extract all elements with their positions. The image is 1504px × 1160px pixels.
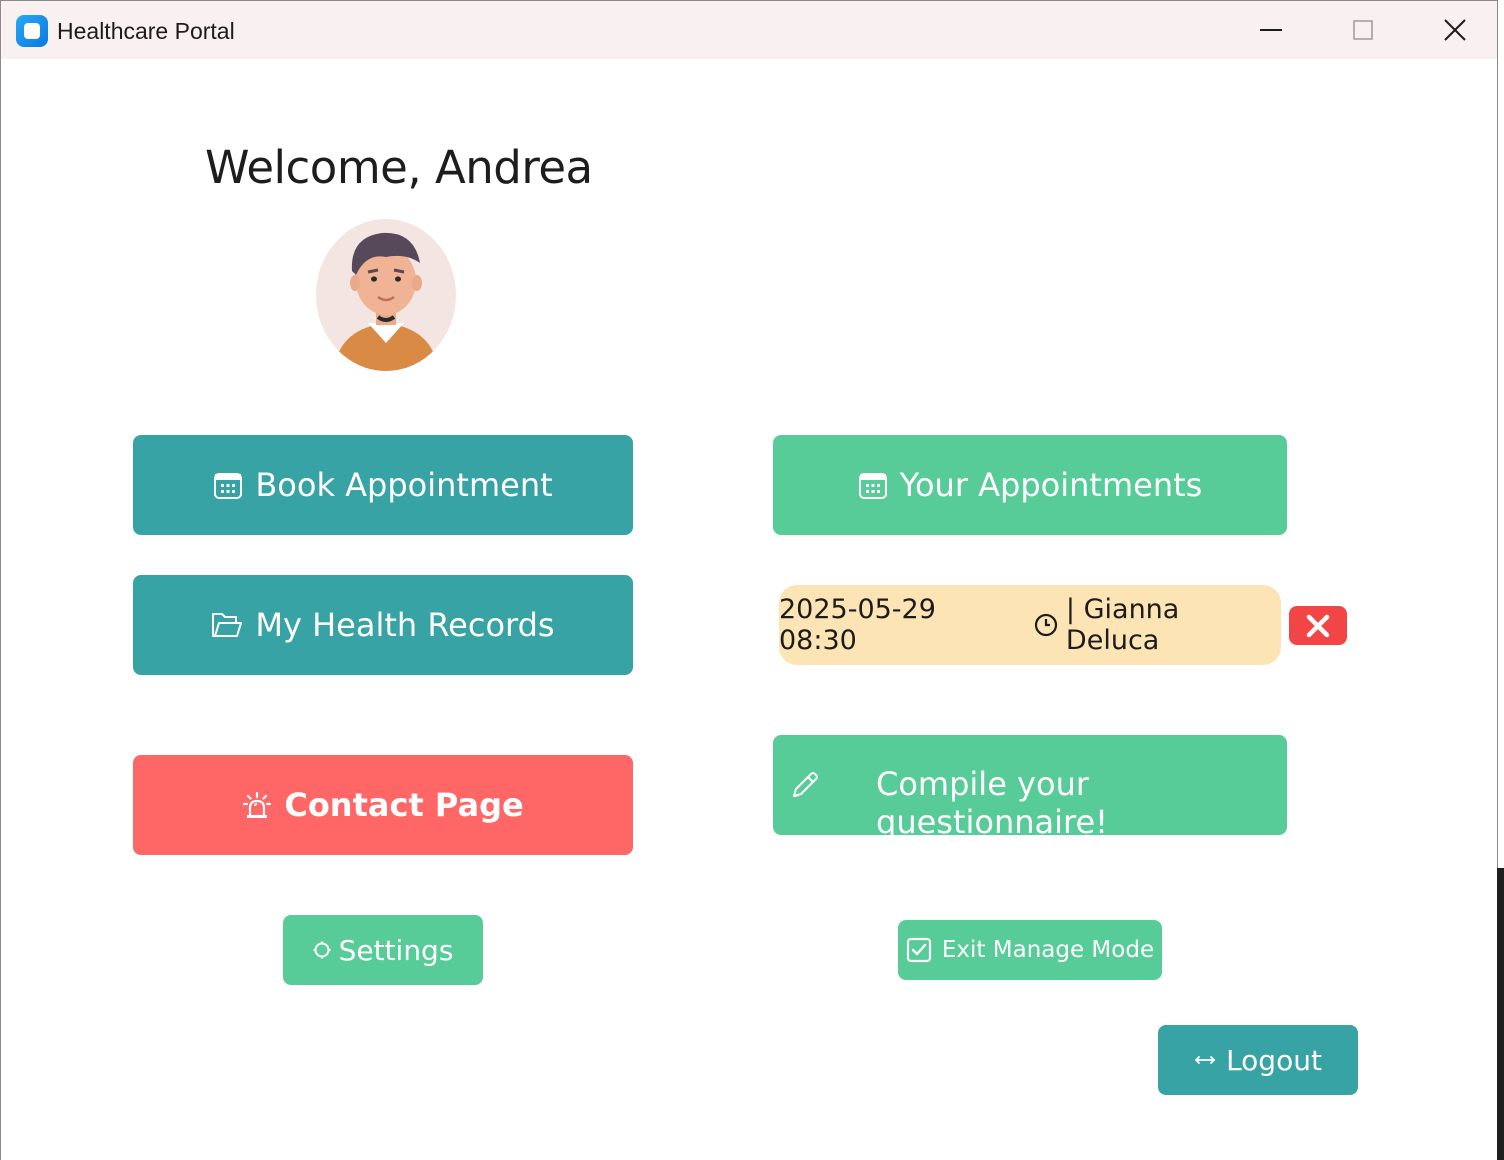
app-logo-icon — [16, 15, 48, 47]
settings-label: Settings — [338, 933, 454, 967]
logout-button[interactable]: Logout — [1158, 1025, 1358, 1095]
exit-manage-mode-label: Exit Manage Mode — [941, 937, 1155, 963]
window-title: Healthcare Portal — [57, 18, 235, 44]
health-records-label: My Health Records — [255, 606, 555, 644]
close-window-button[interactable] — [1409, 1, 1501, 59]
pencil-icon — [789, 769, 821, 801]
minimize-icon — [1260, 29, 1282, 31]
arrow-exchange-icon — [1194, 1053, 1216, 1067]
appointment-doctor: | Gianna Deluca — [1065, 594, 1180, 656]
questionnaire-label: Compile your questionnaire! — [876, 765, 1108, 841]
your-appointments-button[interactable]: Your Appointments — [773, 435, 1287, 535]
appointment-item: 2025-05-29 08:30 | Gianna Deluca — [779, 585, 1281, 665]
close-icon — [1306, 614, 1330, 637]
health-records-button[interactable]: My Health Records — [133, 575, 633, 675]
maximize-icon — [1353, 20, 1373, 40]
your-appointments-label: Your Appointments — [899, 466, 1203, 504]
welcome-heading: Welcome, Andrea — [205, 141, 593, 194]
clock-icon — [1034, 613, 1058, 637]
close-icon — [1444, 19, 1466, 41]
calendar-icon — [858, 470, 888, 500]
user-avatar-icon — [316, 219, 456, 371]
alarm-light-icon — [242, 790, 272, 820]
contact-page-button[interactable]: Contact Page — [133, 755, 633, 855]
calendar-icon — [213, 470, 243, 500]
appointment-datetime: 2025-05-29 08:30 — [779, 594, 936, 656]
book-appointment-label: Book Appointment — [255, 466, 553, 504]
background-edge — [1497, 868, 1504, 1160]
maximize-button[interactable] — [1317, 1, 1409, 59]
gear-icon — [313, 941, 331, 959]
app-window: Healthcare Portal Welcome, Andrea Book A… — [0, 0, 1498, 1160]
exit-manage-mode-button[interactable]: Exit Manage Mode — [898, 920, 1162, 980]
checkbox-icon — [906, 937, 932, 963]
minimize-button[interactable] — [1225, 1, 1317, 59]
questionnaire-button[interactable]: Compile your questionnaire! — [773, 735, 1287, 841]
contact-page-label: Contact Page — [284, 786, 524, 824]
settings-button[interactable]: Settings — [283, 915, 483, 985]
logout-label: Logout — [1226, 1043, 1322, 1077]
cancel-appointment-button[interactable] — [1289, 606, 1347, 645]
book-appointment-button[interactable]: Book Appointment — [133, 435, 633, 535]
title-bar[interactable]: Healthcare Portal — [1, 1, 1497, 59]
folder-icon — [211, 611, 243, 639]
